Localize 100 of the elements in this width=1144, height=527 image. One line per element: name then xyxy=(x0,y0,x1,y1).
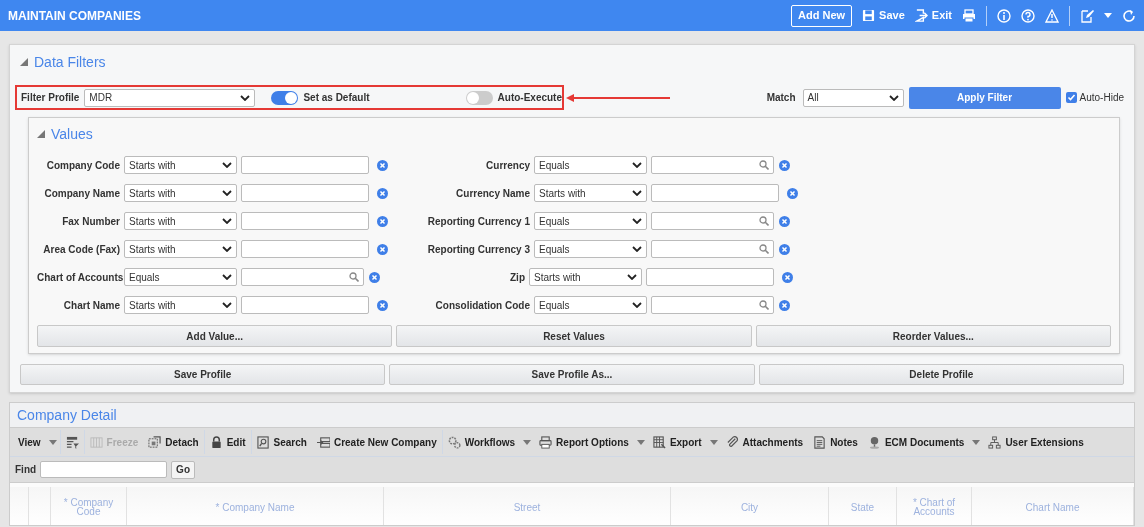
toolbar-button[interactable]: Create New Company xyxy=(311,431,442,453)
info-icon[interactable] xyxy=(997,8,1011,23)
clear-icon[interactable] xyxy=(377,299,388,311)
toolbar-button[interactable]: ECM Documents xyxy=(862,431,970,453)
checkbox-label: Auto-Hide xyxy=(1079,91,1124,105)
clear-icon[interactable] xyxy=(779,243,790,255)
section-title: Values xyxy=(51,124,93,144)
toolbar-button[interactable]: Edit xyxy=(204,431,251,453)
values-button[interactable]: Add Value... xyxy=(37,325,393,347)
edit-icon[interactable] xyxy=(1080,8,1094,23)
profile-select[interactable]: MDR xyxy=(84,88,256,107)
toolbar-button[interactable]: Attachments xyxy=(720,431,809,453)
lookup-field[interactable] xyxy=(651,212,774,230)
operator-select[interactable]: Starts with xyxy=(124,156,237,174)
printer-icon[interactable] xyxy=(962,8,976,23)
toolbar-button[interactable]: User Extensions xyxy=(983,431,1089,453)
lookup-field[interactable] xyxy=(651,296,774,314)
caret-icon xyxy=(48,439,57,445)
collapse-icon[interactable] xyxy=(20,58,28,66)
clear-icon[interactable] xyxy=(369,271,380,283)
operator-select[interactable]: Equals xyxy=(534,156,647,174)
clear-icon[interactable] xyxy=(377,215,388,227)
toolbar-button[interactable]: Workflows xyxy=(442,431,521,453)
search-icon[interactable] xyxy=(759,244,769,254)
refresh-icon[interactable] xyxy=(1122,8,1136,23)
toggle-switch[interactable] xyxy=(271,90,299,105)
input-field[interactable] xyxy=(241,156,369,174)
help-icon[interactable] xyxy=(1021,8,1035,23)
operator-select[interactable]: Equals xyxy=(534,240,647,258)
chevron-down-icon xyxy=(240,94,251,101)
add-new-button[interactable]: Add New xyxy=(791,4,853,27)
lock-icon xyxy=(209,435,223,449)
profile-button[interactable]: Save Profile As... xyxy=(389,364,755,385)
field-label: Match xyxy=(766,91,796,105)
clear-icon[interactable] xyxy=(787,187,798,199)
chevron-down-icon xyxy=(222,302,232,308)
search-icon[interactable] xyxy=(759,300,769,310)
operator-select[interactable]: Starts with xyxy=(124,212,237,230)
save-button[interactable]: Save xyxy=(862,7,905,24)
toggle-switch[interactable] xyxy=(465,90,493,105)
input-field[interactable] xyxy=(241,240,369,258)
pin-icon xyxy=(867,435,881,449)
caret-icon xyxy=(636,439,645,445)
find-field[interactable] xyxy=(40,461,168,478)
lookup-field[interactable] xyxy=(651,156,774,174)
clear-icon[interactable] xyxy=(377,159,388,171)
search-icon[interactable] xyxy=(349,272,359,282)
checkbox[interactable] xyxy=(1065,92,1077,103)
table-icon xyxy=(652,435,666,449)
dropdown-toggle[interactable] xyxy=(1104,13,1112,18)
input-field[interactable] xyxy=(241,296,369,314)
operator-select[interactable]: Equals xyxy=(534,212,647,230)
values-button[interactable]: Reorder Values... xyxy=(755,325,1111,347)
field-label: Consolidation Code xyxy=(434,298,530,313)
operator-select[interactable]: Starts with xyxy=(124,240,237,258)
caret-icon xyxy=(1104,13,1112,18)
clear-icon[interactable] xyxy=(779,159,790,171)
values-button[interactable]: Reset Values xyxy=(396,325,752,347)
field-label: Area Code (Fax) xyxy=(42,242,120,257)
exit-button[interactable]: Exit xyxy=(914,7,952,24)
exit-icon xyxy=(914,9,928,22)
toolbar-button[interactable]: Export xyxy=(647,431,707,453)
profile-button[interactable]: Delete Profile xyxy=(758,364,1124,385)
field-label: Company Code xyxy=(45,158,120,173)
toolbar-button[interactable]: Search xyxy=(251,431,312,453)
toolbar-button[interactable]: Detach xyxy=(143,431,204,453)
collapse-icon[interactable] xyxy=(37,130,45,138)
chevron-down-icon xyxy=(222,218,232,224)
lookup-field[interactable] xyxy=(651,240,774,258)
operator-select[interactable]: Starts with xyxy=(534,184,647,202)
toolbar-button[interactable]: View xyxy=(13,431,46,453)
match-select[interactable]: All xyxy=(802,88,904,107)
profile-button[interactable]: Save Profile xyxy=(20,364,386,385)
printer-icon xyxy=(539,435,553,449)
apply-filter-button[interactable]: Apply Filter xyxy=(908,86,1061,109)
hierarchy-icon xyxy=(988,435,1002,449)
clear-icon[interactable] xyxy=(782,271,793,283)
go-button[interactable]: Go xyxy=(171,460,195,479)
input-field[interactable] xyxy=(651,184,779,202)
input-field[interactable] xyxy=(241,212,369,230)
warning-icon[interactable] xyxy=(1045,8,1059,23)
field-label: Currency xyxy=(485,158,530,173)
input-field[interactable] xyxy=(241,184,369,202)
lookup-field[interactable] xyxy=(241,268,364,286)
search-icon[interactable] xyxy=(759,216,769,226)
toolbar-button[interactable]: Report Options xyxy=(534,431,634,453)
operator-select[interactable]: Starts with xyxy=(124,296,237,314)
clear-icon[interactable] xyxy=(779,299,790,311)
operator-select[interactable]: Starts with xyxy=(529,268,642,286)
clear-icon[interactable] xyxy=(377,243,388,255)
operator-select[interactable]: Equals xyxy=(534,296,647,314)
operator-select[interactable]: Starts with xyxy=(124,184,237,202)
input-field[interactable] xyxy=(646,268,774,286)
clear-icon[interactable] xyxy=(377,187,388,199)
caret-icon xyxy=(523,439,532,445)
toolbar-button[interactable]: Notes xyxy=(808,431,863,453)
column-filter-icon[interactable] xyxy=(65,435,79,449)
search-icon[interactable] xyxy=(759,160,769,170)
operator-select[interactable]: Equals xyxy=(124,268,237,286)
clear-icon[interactable] xyxy=(779,215,790,227)
